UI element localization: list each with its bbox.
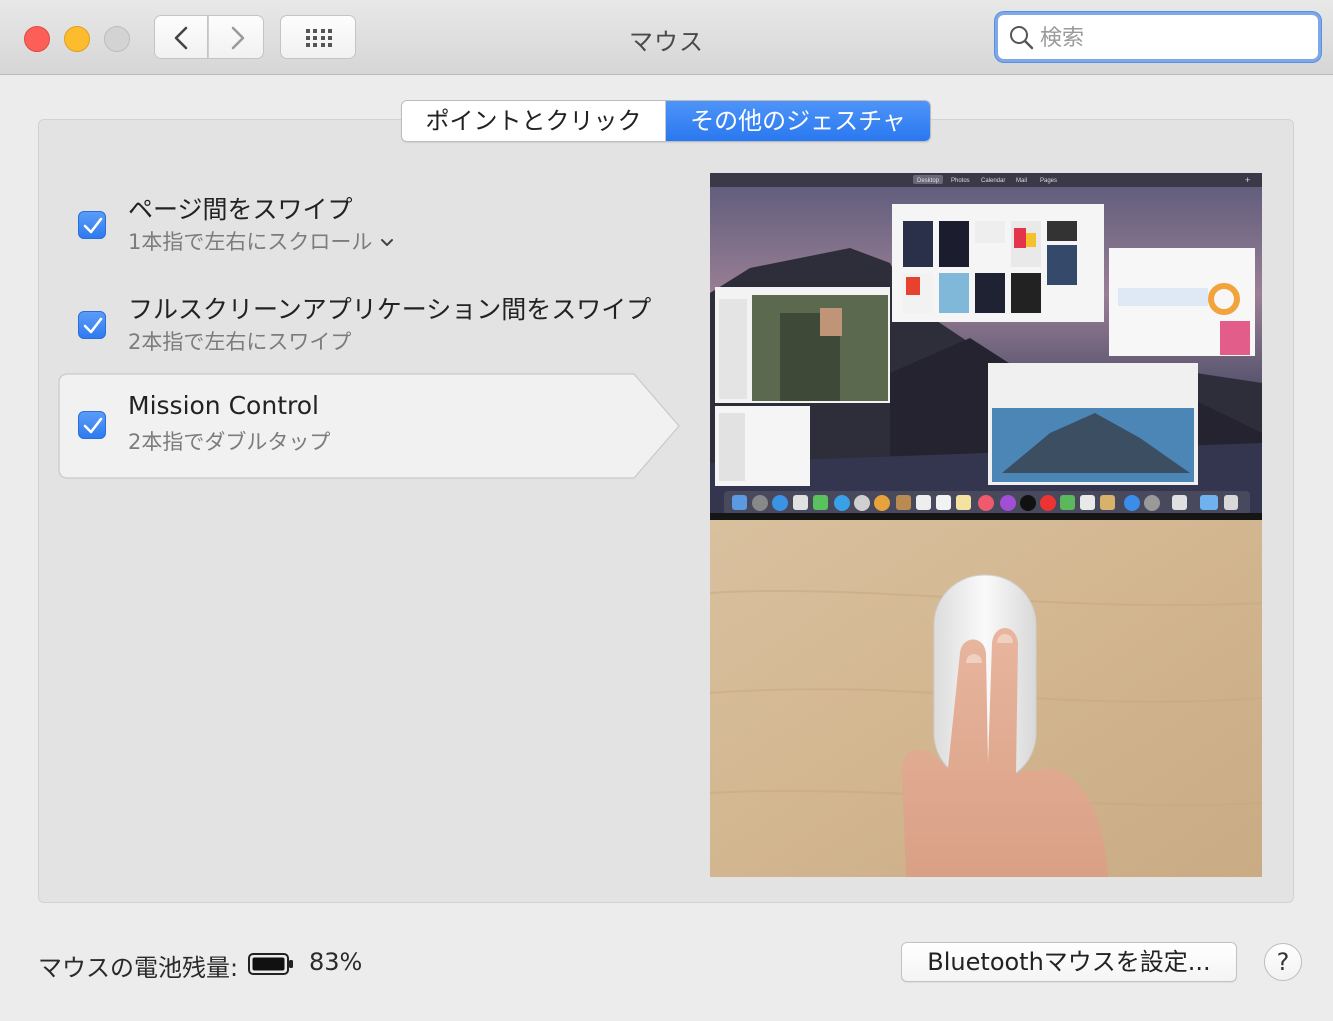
- battery-percentage: 83%: [309, 948, 363, 976]
- setup-bluetooth-mouse-button[interactable]: Bluetoothマウスを設定...: [901, 942, 1237, 982]
- checkmark-icon: [83, 317, 103, 334]
- search-input[interactable]: [1038, 22, 1312, 54]
- mission-control-checkbox[interactable]: [78, 411, 106, 439]
- swipe-fullscreen-apps-title: フルスクリーンアプリケーション間をスワイプ: [128, 295, 652, 324]
- battery-icon: [248, 953, 293, 975]
- tab-more-gestures[interactable]: その他のジェスチャ: [666, 101, 930, 141]
- preview-menu-photos: Photos: [951, 178, 970, 184]
- battery-label: マウスの電池残量:: [38, 954, 239, 982]
- chevron-down-icon: [381, 239, 394, 246]
- swipe-pages-option[interactable]: 1本指で左右にスクロール: [128, 226, 394, 256]
- search-icon: [1010, 26, 1034, 50]
- tab-bar: ポイントとクリック その他のジェスチャ: [401, 100, 931, 142]
- swipe-fullscreen-apps-subtitle: 2本指で左右にスワイプ: [128, 330, 352, 354]
- search-field[interactable]: [995, 12, 1321, 62]
- checkmark-icon: [83, 217, 103, 234]
- mission-control-title: Mission Control: [128, 391, 319, 420]
- mission-control-subtitle: 2本指でダブルタップ: [128, 430, 331, 454]
- help-button[interactable]: ?: [1264, 943, 1302, 981]
- preview-menu-calendar: Calendar: [981, 178, 1005, 184]
- preview-menu-pages: Pages: [1040, 178, 1057, 184]
- preview-menu-mail: Mail: [1016, 178, 1027, 184]
- svg-text:+: +: [1245, 175, 1250, 185]
- gesture-preview-image: Desktop Photos Calendar Mail Pages +: [710, 173, 1262, 877]
- tab-point-and-click[interactable]: ポイントとクリック: [402, 101, 666, 141]
- title-bar: マウス: [0, 0, 1333, 75]
- preview-menu-desktop: Desktop: [917, 178, 940, 184]
- swipe-fullscreen-apps-checkbox[interactable]: [78, 311, 106, 339]
- swipe-pages-subtitle: 1本指で左右にスクロール: [128, 230, 373, 254]
- swipe-pages-title: ページ間をスワイプ: [128, 195, 353, 224]
- swipe-pages-checkbox[interactable]: [78, 211, 106, 239]
- checkmark-icon: [83, 417, 103, 434]
